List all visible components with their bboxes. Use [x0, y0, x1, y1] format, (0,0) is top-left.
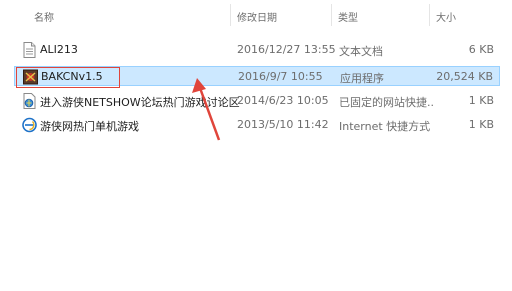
internet-shortcut-icon — [22, 117, 37, 133]
file-row[interactable]: ALI213 2016/12/27 13:55 文本文档 6 KB — [14, 40, 500, 60]
file-size: 1 KB — [468, 94, 494, 107]
text-document-icon — [22, 42, 37, 58]
file-date: 2016/12/27 13:55 — [237, 43, 336, 56]
column-header-type[interactable]: 类型 — [338, 9, 358, 24]
column-header-name[interactable]: 名称 — [34, 9, 54, 24]
file-date: 2016/9/7 10:55 — [238, 70, 323, 83]
column-divider[interactable] — [331, 4, 332, 26]
file-name: ALI213 — [40, 43, 78, 56]
file-type: 文本文档 — [339, 45, 383, 58]
file-type: 已固定的网站快捷... — [339, 96, 435, 109]
application-icon — [23, 69, 38, 85]
pinned-site-icon — [22, 93, 37, 109]
column-header-size[interactable]: 大小 — [436, 9, 456, 24]
file-type: Internet 快捷方式 — [339, 120, 431, 133]
file-size: 20,524 KB — [436, 70, 493, 83]
file-name: BAKCNv1.5 — [41, 70, 103, 83]
file-type: 应用程序 — [340, 72, 384, 85]
file-row[interactable]: 进入游侠NETSHOW论坛热门游戏讨论区 2014/6/23 10:05 已固定… — [14, 91, 500, 111]
column-header-bar: 名称 修改日期 类型 大小 — [0, 0, 512, 28]
file-row[interactable]: 游侠网热门单机游戏 2013/5/10 11:42 Internet 快捷方式 … — [14, 115, 500, 135]
column-divider[interactable] — [429, 4, 430, 26]
file-name: 游侠网热门单机游戏 — [40, 120, 139, 133]
file-size: 1 KB — [468, 118, 494, 131]
column-divider[interactable] — [230, 4, 231, 26]
file-size: 6 KB — [468, 43, 494, 56]
column-header-date[interactable]: 修改日期 — [237, 9, 277, 24]
file-name: 进入游侠NETSHOW论坛热门游戏讨论区 — [40, 96, 240, 109]
file-date: 2014/6/23 10:05 — [237, 94, 329, 107]
file-date: 2013/5/10 11:42 — [237, 118, 329, 131]
file-row-selected[interactable]: BAKCNv1.5 2016/9/7 10:55 应用程序 20,524 KB — [14, 66, 500, 86]
